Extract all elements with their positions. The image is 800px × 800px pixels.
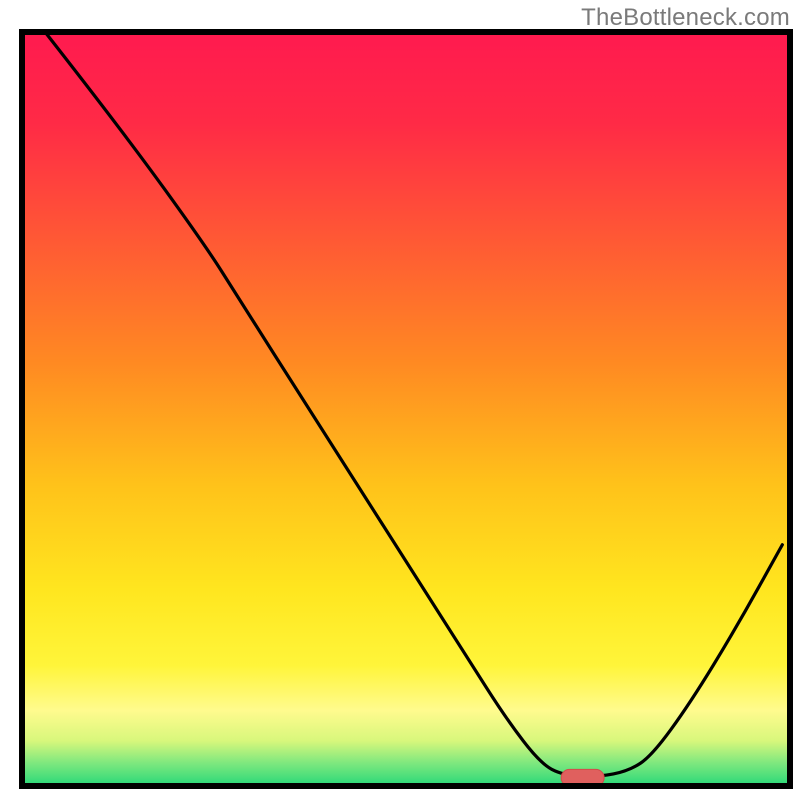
watermark-text: TheBottleneck.com (581, 4, 790, 32)
plot-area (22, 32, 790, 786)
chart-stage: TheBottleneck.com (0, 0, 800, 800)
plot-background (22, 32, 790, 786)
bottleneck-chart (0, 0, 800, 800)
